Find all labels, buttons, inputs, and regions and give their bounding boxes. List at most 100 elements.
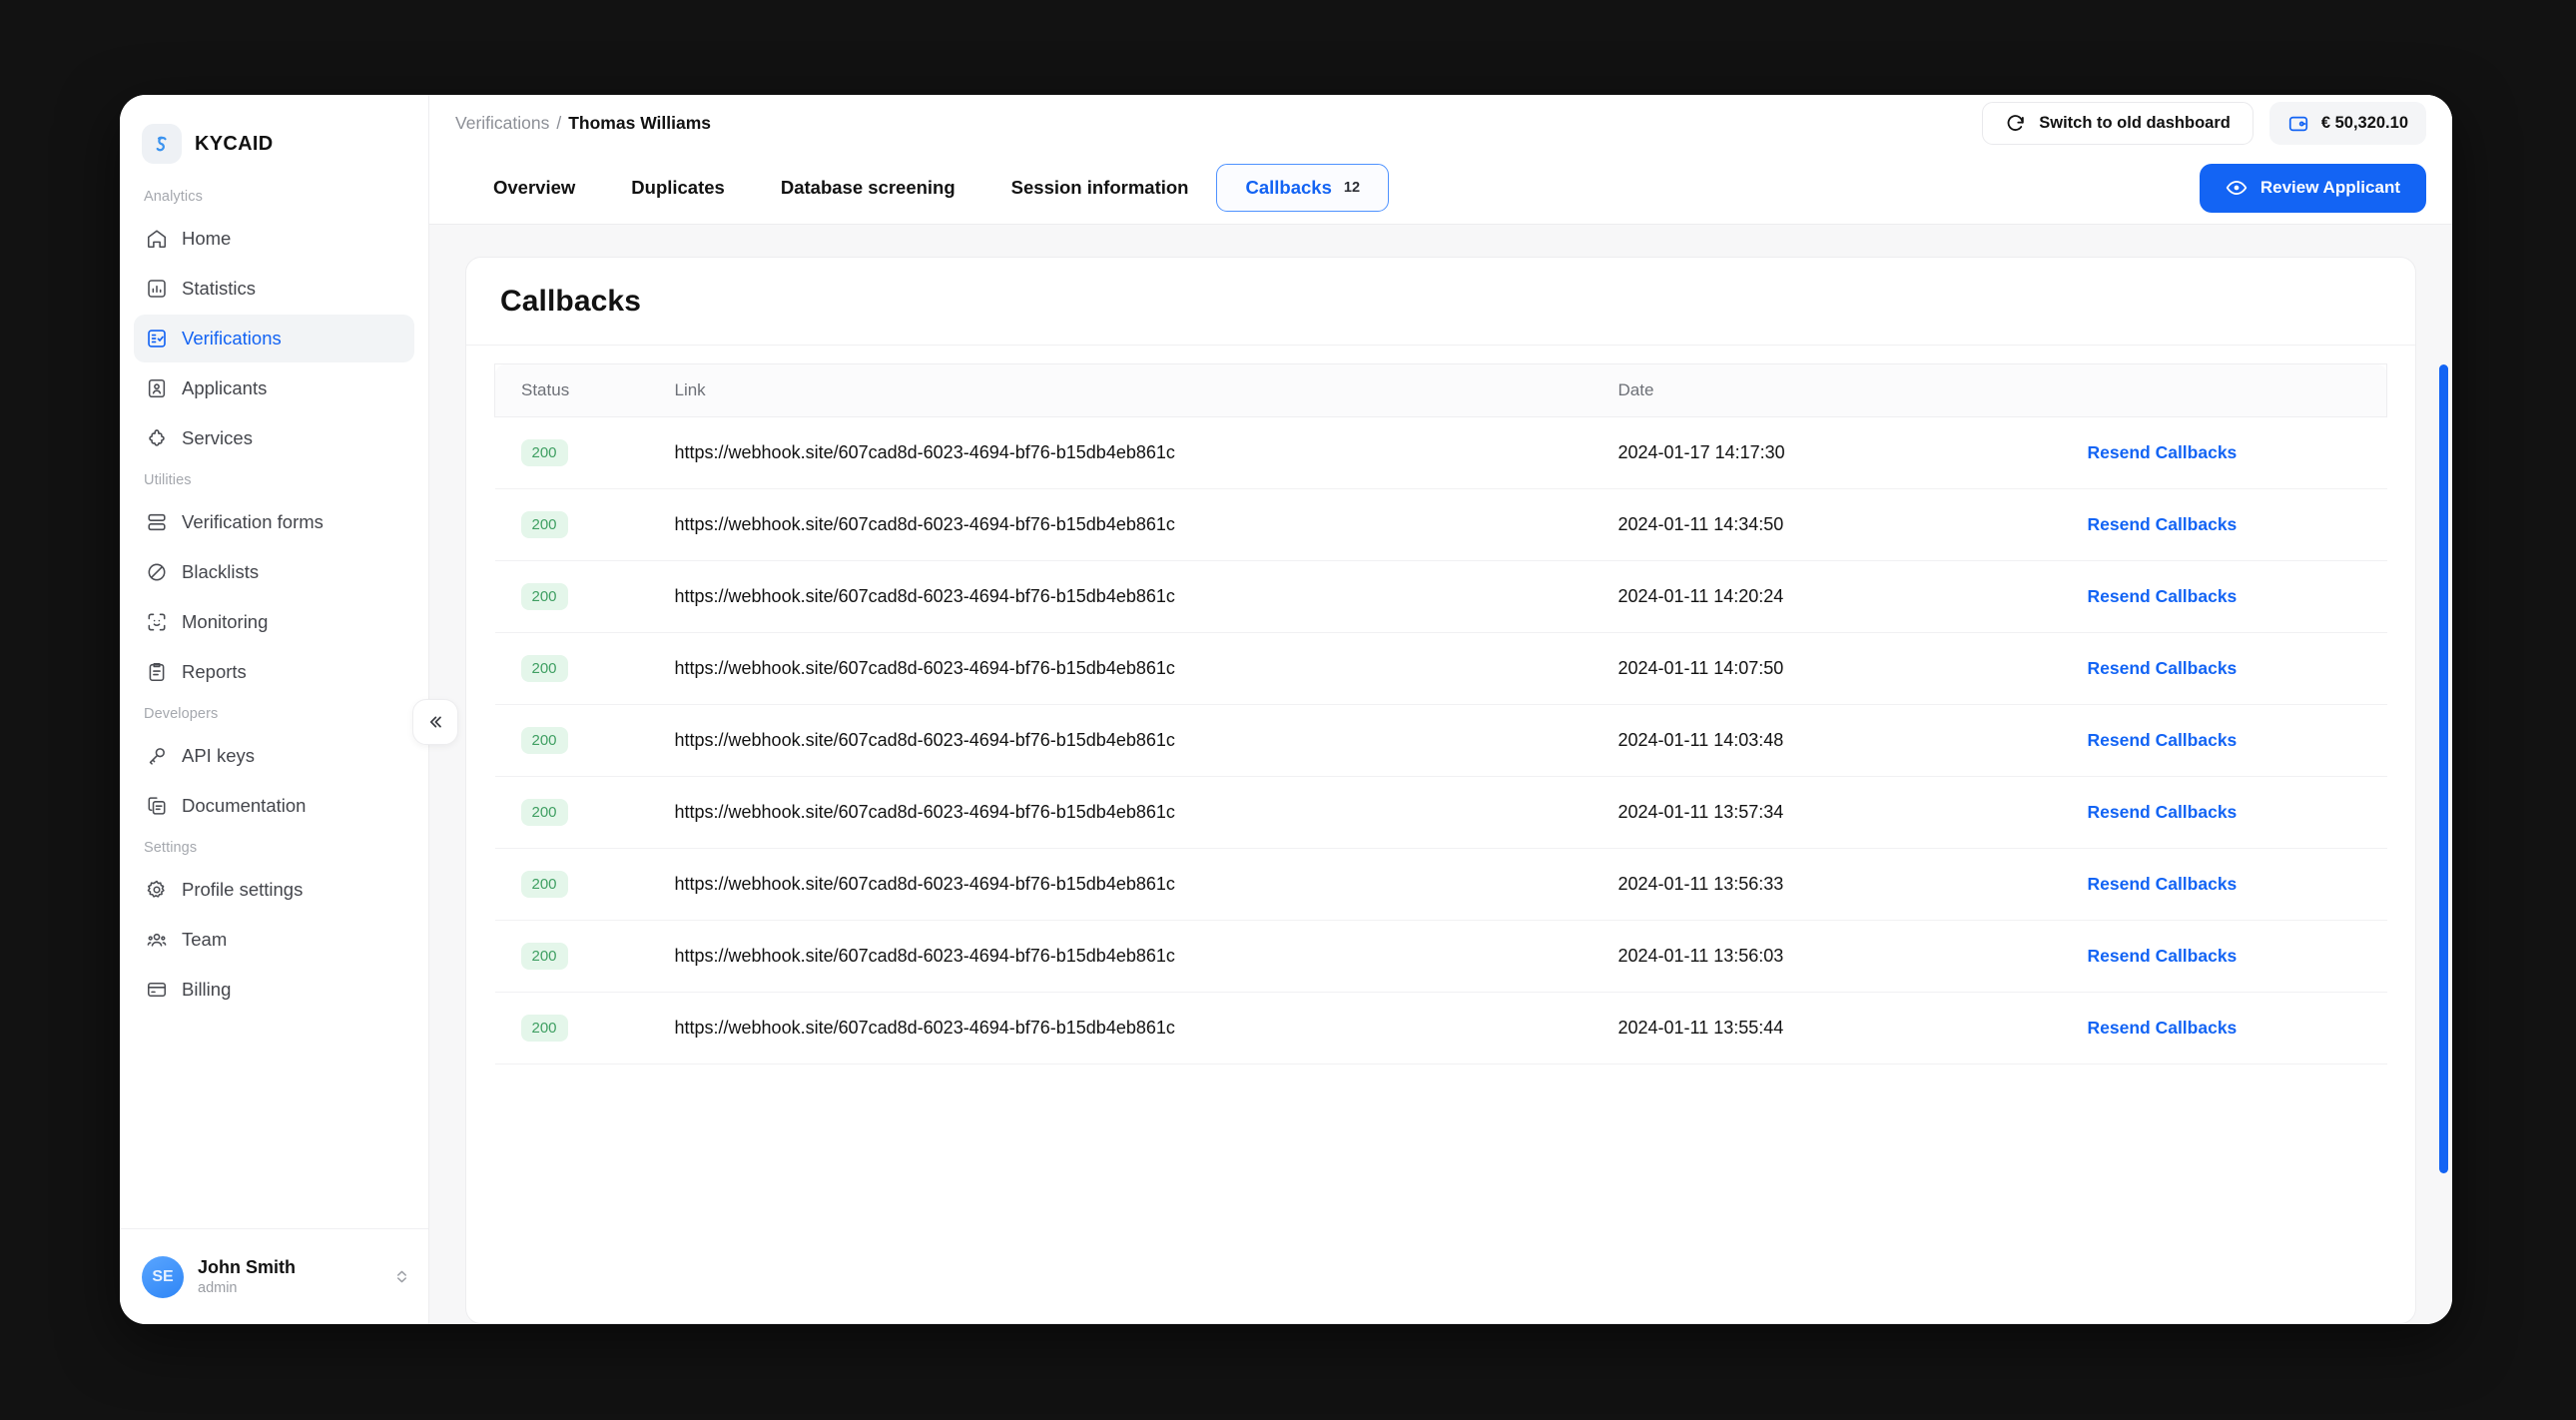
page-title: Callbacks	[500, 284, 641, 318]
cell-date: 2024-01-11 13:57:34	[1617, 776, 2088, 849]
sidebar-item-billing[interactable]: Billing	[134, 966, 414, 1014]
cell-link[interactable]: https://webhook.site/607cad8d-6023-4694-…	[644, 488, 1618, 561]
sidebar-item-api-keys[interactable]: API keys	[134, 732, 414, 780]
rows-icon	[145, 511, 168, 534]
balance-pill[interactable]: € 50,320.10	[2268, 102, 2426, 145]
cell-date: 2024-01-17 14:17:30	[1617, 416, 2088, 489]
cell-link[interactable]: https://webhook.site/607cad8d-6023-4694-…	[644, 416, 1618, 489]
tab-label: Duplicates	[631, 177, 725, 198]
nav-group-label-settings: Settings	[144, 840, 198, 856]
cell-action: Resend Callbacks	[2087, 992, 2387, 1065]
cell-link[interactable]: https://webhook.site/607cad8d-6023-4694-…	[644, 920, 1618, 993]
resend-callbacks-link[interactable]: Resend Callbacks	[2088, 658, 2387, 679]
resend-callbacks-link[interactable]: Resend Callbacks	[2088, 946, 2387, 967]
tabs-bar: Overview Duplicates Database screening S…	[429, 152, 2452, 225]
vertical-scrollbar[interactable]	[2439, 364, 2448, 1173]
cell-action: Resend Callbacks	[2087, 560, 2387, 633]
clipboard-icon	[145, 661, 168, 684]
breadcrumb: Verifications / Thomas Williams	[455, 113, 711, 134]
sidebar-item-reports[interactable]: Reports	[134, 648, 414, 696]
sidebar-item-label: Documentation	[182, 795, 307, 816]
sidebar-item-team[interactable]: Team	[134, 916, 414, 964]
tab-overview[interactable]: Overview	[465, 164, 603, 212]
cell-date: 2024-01-11 14:03:48	[1617, 704, 2088, 777]
cell-link[interactable]: https://webhook.site/607cad8d-6023-4694-…	[644, 560, 1618, 633]
cell-action: Resend Callbacks	[2087, 632, 2387, 705]
sidebar-user-card[interactable]: SE John Smith admin	[120, 1228, 428, 1324]
sidebar-item-profile-settings[interactable]: Profile settings	[134, 866, 414, 914]
avatar: SE	[142, 1255, 184, 1298]
table-head: Status Link Date	[494, 363, 2387, 417]
puzzle-icon	[145, 427, 168, 450]
cell-link[interactable]: https://webhook.site/607cad8d-6023-4694-…	[644, 848, 1618, 921]
user-role: admin	[198, 1279, 238, 1296]
review-applicant-button[interactable]: Review Applicant	[2199, 163, 2426, 213]
eye-icon	[2226, 181, 2248, 195]
sidebar-item-verifications[interactable]: Verifications	[134, 315, 414, 362]
resend-callbacks-link[interactable]: Resend Callbacks	[2088, 1018, 2387, 1039]
sidebar-item-documentation[interactable]: Documentation	[134, 782, 414, 830]
key-icon	[145, 745, 168, 768]
sidebar-item-services[interactable]: Services	[134, 414, 414, 462]
tab-database-screening[interactable]: Database screening	[753, 164, 983, 212]
tab-session-information[interactable]: Session information	[983, 164, 1217, 212]
tab-callbacks[interactable]: Callbacks 12	[1216, 164, 1390, 212]
cell-link[interactable]: https://webhook.site/607cad8d-6023-4694-…	[644, 704, 1618, 777]
sidebar-item-monitoring[interactable]: Monitoring	[134, 598, 414, 646]
resend-callbacks-link[interactable]: Resend Callbacks	[2088, 586, 2387, 607]
callbacks-card: Callbacks Status Link Date 200 https://w…	[465, 257, 2416, 1324]
resend-callbacks-link[interactable]: Resend Callbacks	[2088, 874, 2387, 895]
status-badge: 200	[520, 727, 568, 754]
sidebar-item-applicants[interactable]: Applicants	[134, 364, 414, 412]
review-applicant-label: Review Applicant	[2259, 178, 2400, 197]
status-badge: 200	[520, 943, 568, 970]
cell-link[interactable]: https://webhook.site/607cad8d-6023-4694-…	[644, 992, 1618, 1065]
brand-name: KYCAID	[195, 132, 274, 155]
resend-callbacks-link[interactable]: Resend Callbacks	[2088, 730, 2387, 751]
sidebar-item-label: Services	[182, 427, 253, 448]
resend-callbacks-link[interactable]: Resend Callbacks	[2088, 802, 2387, 823]
cell-status: 200	[494, 488, 645, 561]
id-card-icon	[145, 377, 168, 400]
sidebar-item-label: Blacklists	[182, 561, 260, 582]
sidebar-item-label: Verification forms	[182, 511, 323, 532]
checklist-icon	[145, 328, 168, 351]
card-header: Callbacks	[466, 258, 2415, 346]
table-row: 200 https://webhook.site/607cad8d-6023-46…	[494, 848, 2387, 921]
tab-duplicates[interactable]: Duplicates	[603, 164, 753, 212]
sidebar-item-label: Applicants	[182, 377, 268, 398]
content-area: Callbacks Status Link Date 200 https://w…	[429, 225, 2452, 1324]
column-header-link: Link	[644, 363, 1618, 417]
documents-icon	[145, 795, 168, 818]
chevron-double-left-icon	[429, 716, 441, 728]
cell-link[interactable]: https://webhook.site/607cad8d-6023-4694-…	[644, 776, 1618, 849]
cell-status: 200	[494, 560, 645, 633]
cell-status: 200	[494, 920, 645, 993]
status-badge: 200	[520, 583, 568, 610]
sidebar-item-label: Home	[182, 228, 232, 249]
table-row: 200 https://webhook.site/607cad8d-6023-46…	[494, 560, 2387, 633]
sidebar-item-verification-forms[interactable]: Verification forms	[134, 498, 414, 546]
column-header-date: Date	[1617, 363, 2088, 417]
switch-to-old-dashboard-button[interactable]: Switch to old dashboard	[1982, 102, 2254, 145]
chart-square-icon	[145, 278, 168, 301]
breadcrumb-parent[interactable]: Verifications	[455, 113, 549, 134]
cell-status: 200	[494, 416, 645, 489]
user-switch-chevrons-icon[interactable]	[392, 1269, 410, 1284]
resend-callbacks-link[interactable]: Resend Callbacks	[2088, 514, 2387, 535]
cell-status: 200	[494, 704, 645, 777]
brand[interactable]: KYCAID	[120, 95, 428, 171]
cell-action: Resend Callbacks	[2087, 416, 2387, 489]
sidebar: KYCAID Analytics Home Statistics Verific…	[120, 95, 458, 1324]
sidebar-item-home[interactable]: Home	[134, 215, 414, 263]
tab-label: Overview	[493, 177, 576, 198]
resend-callbacks-link[interactable]: Resend Callbacks	[2088, 442, 2387, 463]
gear-icon	[145, 879, 168, 902]
wallet-icon	[2288, 116, 2307, 131]
status-badge: 200	[520, 871, 568, 898]
sidebar-item-statistics[interactable]: Statistics	[134, 265, 414, 313]
sidebar-item-blacklists[interactable]: Blacklists	[134, 548, 414, 596]
cell-link[interactable]: https://webhook.site/607cad8d-6023-4694-…	[644, 632, 1618, 705]
sidebar-collapse-button[interactable]	[412, 699, 458, 745]
main-area: Verifications / Thomas Williams Switch t…	[429, 95, 2452, 1324]
